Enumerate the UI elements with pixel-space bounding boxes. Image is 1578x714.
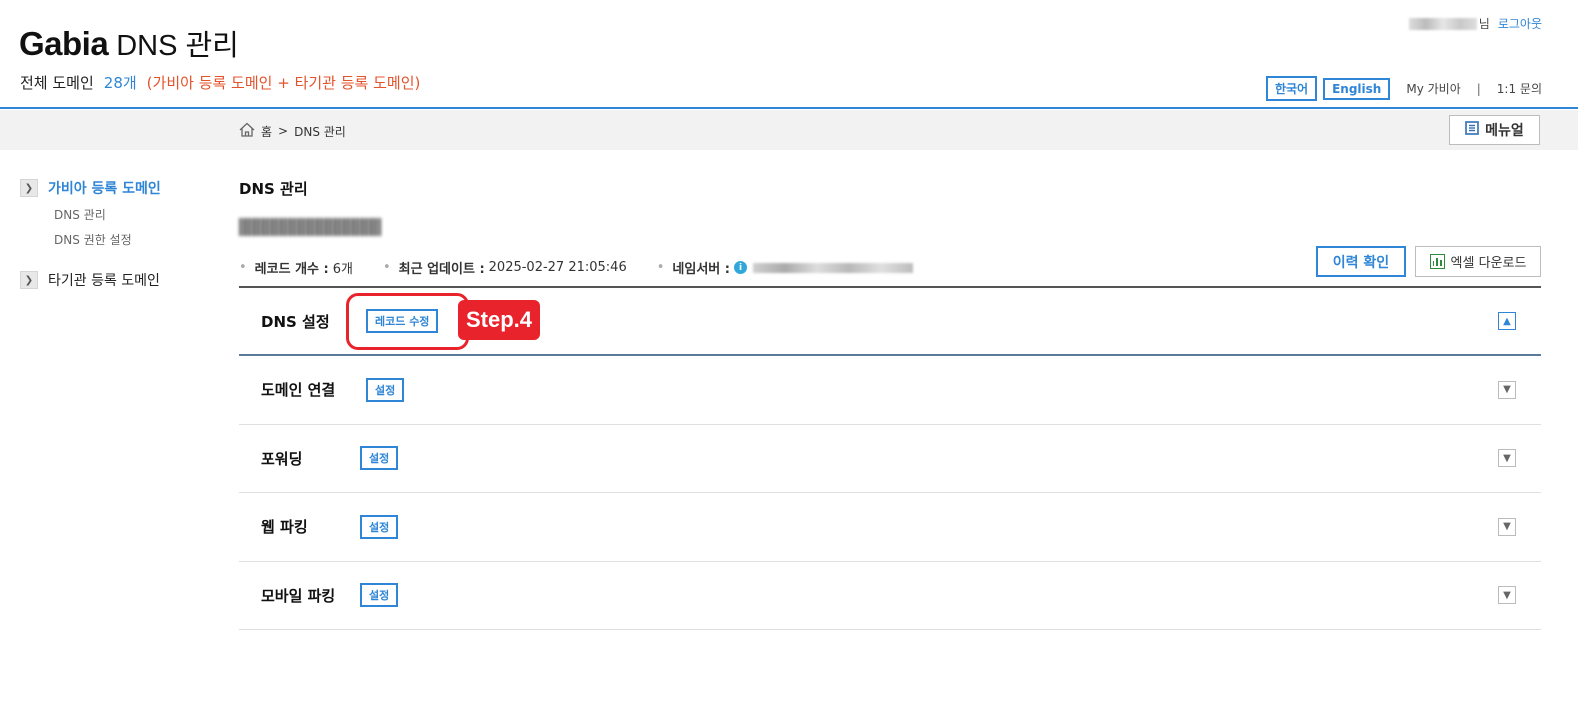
logout-link[interactable]: 로그아웃 bbox=[1498, 15, 1542, 32]
user-suffix: 님 bbox=[1478, 17, 1490, 31]
last-updated-value: 2025-02-27 21:05:46 bbox=[488, 260, 627, 275]
chevron-down-icon[interactable]: ▼ bbox=[1498, 586, 1516, 605]
sidebar-group-other[interactable]: ❯ 타기관 등록 도메인 bbox=[20, 270, 161, 290]
last-updated-key: 최근 업데이트 : bbox=[398, 262, 485, 277]
lang-ko-button[interactable]: 한국어 bbox=[1265, 76, 1318, 101]
sidebar-item-dns[interactable]: DNS 관리 bbox=[54, 206, 161, 223]
nameserver-key: 네임서버 : bbox=[672, 262, 730, 277]
history-button[interactable]: 이력 확인 bbox=[1316, 246, 1406, 277]
logo[interactable]: Gabia DNS 관리 bbox=[19, 22, 239, 64]
section-mobile-parking: 모바일 파킹 설정 ▼ bbox=[239, 562, 1541, 630]
section-forwarding: 포워딩 설정 ▼ bbox=[239, 425, 1541, 493]
web-parking-settings-button[interactable]: 설정 bbox=[360, 514, 399, 539]
excel-download-button[interactable]: 엑셀 다운로드 bbox=[1415, 246, 1541, 277]
step-label: Step.4 bbox=[458, 300, 540, 340]
chevron-up-icon[interactable]: ▲ bbox=[1498, 312, 1516, 330]
breadcrumb: 홈 > DNS 관리 bbox=[239, 122, 346, 140]
inquiry-link[interactable]: 1:1 문의 bbox=[1497, 80, 1542, 97]
lang-en-button[interactable]: English bbox=[1323, 77, 1391, 100]
chevron-down-icon[interactable]: ▼ bbox=[1498, 517, 1516, 536]
info-icon[interactable]: i bbox=[733, 261, 747, 274]
page-title: DNS 관리 bbox=[116, 30, 239, 62]
breadcrumb-current: DNS 관리 bbox=[294, 124, 346, 139]
summary-label: 전체 도메인 bbox=[20, 74, 94, 92]
sidebar-group-label: 타기관 등록 도메인 bbox=[48, 273, 160, 289]
chevron-down-icon[interactable]: ▼ bbox=[1498, 380, 1516, 399]
chevron-right-icon: ❯ bbox=[20, 179, 38, 197]
my-gabia-link[interactable]: My 가비아 bbox=[1406, 80, 1460, 97]
section-title-web-parking: 웹 파킹 bbox=[261, 518, 308, 537]
domain-meta: • 레코드 개수 : 6개 • 최근 업데이트 : 2025-02-27 21:… bbox=[239, 258, 943, 277]
page-header: Gabia DNS 관리 전체 도메인 28개 (가비아 등록 도메인 + 타기… bbox=[0, 0, 1578, 109]
nameserver: • 네임서버 : i bbox=[657, 258, 913, 277]
section-title-dns: DNS 설정 bbox=[261, 312, 330, 331]
last-updated: • 최근 업데이트 : 2025-02-27 21:05:46 bbox=[382, 260, 627, 277]
user-area: 님 로그아웃 bbox=[1408, 15, 1542, 32]
sidebar: ❯ 가비아 등록 도메인 DNS 관리 DNS 권한 설정 ❯ 타기관 등록 도… bbox=[20, 178, 161, 290]
summary-count: 28개 bbox=[103, 74, 137, 92]
record-count: • 레코드 개수 : 6개 bbox=[239, 260, 353, 277]
section-title-connect: 도메인 연결 bbox=[261, 381, 336, 400]
connect-settings-button[interactable]: 설정 bbox=[366, 377, 405, 402]
step-highlight-box bbox=[346, 293, 469, 350]
section-title: DNS 관리 bbox=[239, 180, 308, 198]
sidebar-group-gabia[interactable]: ❯ 가비아 등록 도메인 bbox=[20, 178, 161, 198]
section-web-parking: 웹 파킹 설정 ▼ bbox=[239, 493, 1541, 562]
manual-label: 메뉴얼 bbox=[1485, 123, 1524, 139]
breadcrumb-home[interactable]: 홈 bbox=[261, 123, 272, 140]
nameserver-value-redacted bbox=[752, 262, 913, 273]
user-name-redacted bbox=[1408, 17, 1477, 30]
document-icon bbox=[1465, 121, 1479, 139]
excel-download-label: 엑셀 다운로드 bbox=[1450, 256, 1527, 271]
summary-note: (가비아 등록 도메인 + 타기관 등록 도메인) bbox=[146, 74, 421, 92]
record-count-value: 6개 bbox=[332, 262, 353, 277]
section-title-forwarding: 포워딩 bbox=[261, 449, 303, 468]
section-title-mobile-parking: 모바일 파킹 bbox=[261, 586, 336, 605]
section-domain-connect: 도메인 연결 설정 ▼ bbox=[239, 356, 1541, 425]
main-content: DNS 관리 • 레코드 개수 : 6개 • 최근 업데이트 : 2025-02… bbox=[239, 178, 1541, 630]
language-bar: 한국어 English My 가비아 | 1:1 문의 bbox=[1265, 76, 1542, 101]
divider: | bbox=[1476, 81, 1481, 96]
record-count-key: 레코드 개수 : bbox=[254, 262, 329, 277]
breadcrumb-bar: 홈 > DNS 관리 메뉴얼 bbox=[0, 110, 1578, 150]
mobile-parking-settings-button[interactable]: 설정 bbox=[360, 583, 399, 608]
forwarding-settings-button[interactable]: 설정 bbox=[360, 446, 399, 471]
domain-name-redacted bbox=[239, 218, 381, 236]
home-icon[interactable] bbox=[239, 122, 255, 140]
brand-name: Gabia bbox=[19, 25, 109, 62]
manual-button[interactable]: 메뉴얼 bbox=[1449, 115, 1540, 145]
chevron-down-icon[interactable]: ▼ bbox=[1498, 449, 1516, 468]
chevron-right-icon: ❯ bbox=[20, 271, 38, 289]
sidebar-item-dns-permission[interactable]: DNS 권한 설정 bbox=[54, 231, 161, 248]
domain-summary: 전체 도메인 28개 (가비아 등록 도메인 + 타기관 등록 도메인) bbox=[20, 72, 420, 93]
chart-icon bbox=[1429, 254, 1445, 269]
breadcrumb-separator: > bbox=[278, 124, 289, 138]
sidebar-group-label: 가비아 등록 도메인 bbox=[48, 181, 161, 197]
